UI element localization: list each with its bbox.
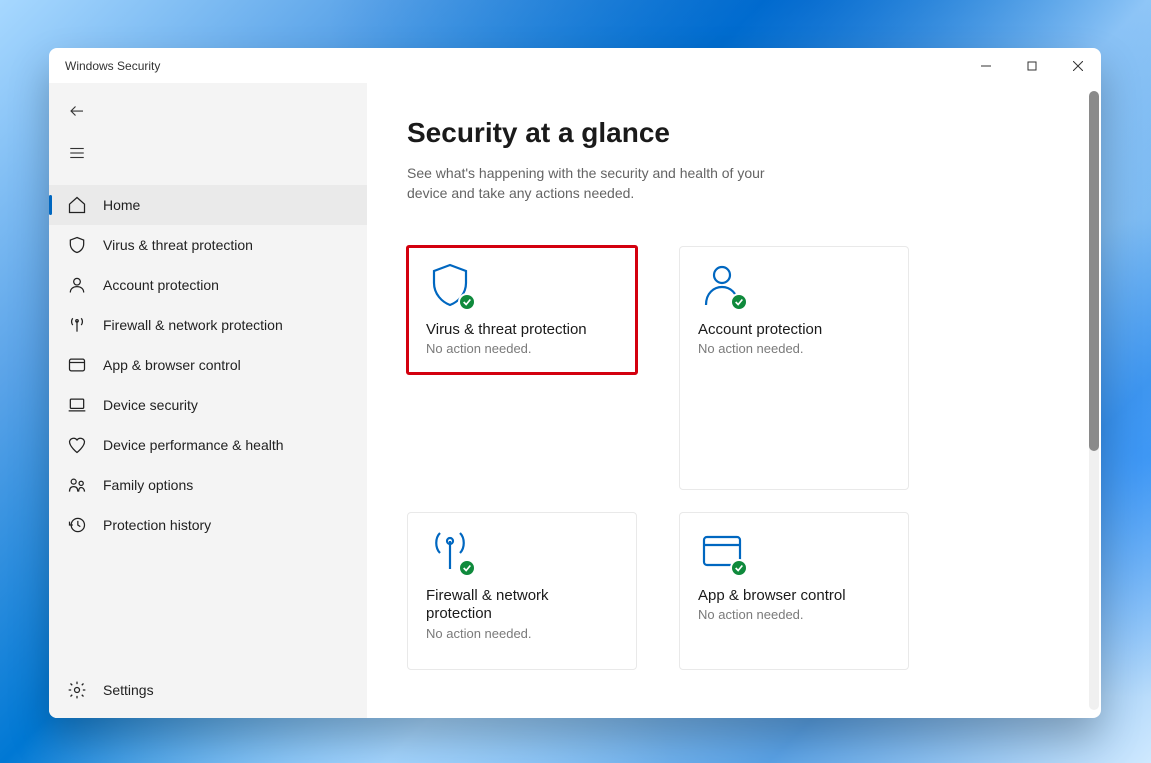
- sidebar-item-account-protection[interactable]: Account protection: [49, 265, 367, 305]
- sidebar-item-device-performance[interactable]: Device performance & health: [49, 425, 367, 465]
- back-button[interactable]: [57, 93, 97, 129]
- sidebar-item-label: Account protection: [103, 277, 219, 293]
- tile-app-browser[interactable]: App & browser control No action needed.: [679, 512, 909, 670]
- sidebar-item-label: App & browser control: [103, 357, 241, 373]
- tile-status: No action needed.: [426, 626, 618, 641]
- sidebar-item-settings[interactable]: Settings: [49, 668, 367, 712]
- settings-label: Settings: [103, 682, 154, 698]
- tile-title: App & browser control: [698, 587, 890, 606]
- tile-firewall[interactable]: Firewall & network protection No action …: [407, 512, 637, 670]
- sidebar-item-home[interactable]: Home: [49, 185, 367, 225]
- app-browser-icon: [698, 527, 746, 575]
- sidebar-item-label: Device performance & health: [103, 437, 284, 453]
- antenna-icon: [67, 315, 87, 335]
- sidebar-item-firewall[interactable]: Firewall & network protection: [49, 305, 367, 345]
- sidebar-item-label: Home: [103, 197, 140, 213]
- home-icon: [67, 195, 87, 215]
- sidebar-item-protection-history[interactable]: Protection history: [49, 505, 367, 545]
- tile-title: Virus & threat protection: [426, 321, 618, 340]
- shield-icon: [67, 235, 87, 255]
- check-badge-icon: [730, 559, 748, 577]
- sidebar-item-label: Virus & threat protection: [103, 237, 253, 253]
- heart-icon: [67, 435, 87, 455]
- tile-status: No action needed.: [698, 341, 890, 356]
- windows-security-window: Windows Security: [49, 48, 1101, 718]
- sidebar-item-label: Device security: [103, 397, 198, 413]
- check-badge-icon: [730, 293, 748, 311]
- antenna-icon: [426, 527, 474, 575]
- history-icon: [67, 515, 87, 535]
- check-badge-icon: [458, 559, 476, 577]
- tile-title: Firewall & network protection: [426, 587, 618, 625]
- family-icon: [67, 475, 87, 495]
- scrollbar[interactable]: [1089, 91, 1099, 710]
- content-area: Security at a glance See what's happenin…: [367, 83, 1101, 718]
- tile-status: No action needed.: [426, 341, 618, 356]
- page-title: Security at a glance: [407, 117, 1061, 149]
- laptop-icon: [67, 395, 87, 415]
- close-button[interactable]: [1055, 50, 1101, 82]
- tile-status: No action needed.: [698, 607, 890, 622]
- sidebar-item-label: Family options: [103, 477, 193, 493]
- sidebar-item-label: Protection history: [103, 517, 211, 533]
- scrollbar-thumb[interactable]: [1089, 91, 1099, 451]
- maximize-button[interactable]: [1009, 50, 1055, 82]
- sidebar-item-virus-threat[interactable]: Virus & threat protection: [49, 225, 367, 265]
- security-tiles-grid: Virus & threat protection No action need…: [407, 246, 1061, 670]
- sidebar: Home Virus & threat protection Account p…: [49, 83, 367, 718]
- window-title: Windows Security: [65, 59, 160, 73]
- tile-virus-threat[interactable]: Virus & threat protection No action need…: [407, 246, 637, 374]
- app-browser-icon: [67, 355, 87, 375]
- minimize-button[interactable]: [963, 50, 1009, 82]
- gear-icon: [67, 680, 87, 700]
- titlebar: Windows Security: [49, 48, 1101, 83]
- shield-icon: [426, 261, 474, 309]
- account-icon: [698, 261, 746, 309]
- sidebar-nav: Home Virus & threat protection Account p…: [49, 185, 367, 668]
- tile-account-protection[interactable]: Account protection No action needed.: [679, 246, 909, 490]
- sidebar-item-device-security[interactable]: Device security: [49, 385, 367, 425]
- check-badge-icon: [458, 293, 476, 311]
- account-icon: [67, 275, 87, 295]
- hamburger-menu-button[interactable]: [57, 135, 97, 171]
- sidebar-item-app-browser[interactable]: App & browser control: [49, 345, 367, 385]
- page-subtitle: See what's happening with the security a…: [407, 163, 807, 204]
- tile-title: Account protection: [698, 321, 890, 340]
- sidebar-item-family-options[interactable]: Family options: [49, 465, 367, 505]
- sidebar-item-label: Firewall & network protection: [103, 317, 283, 333]
